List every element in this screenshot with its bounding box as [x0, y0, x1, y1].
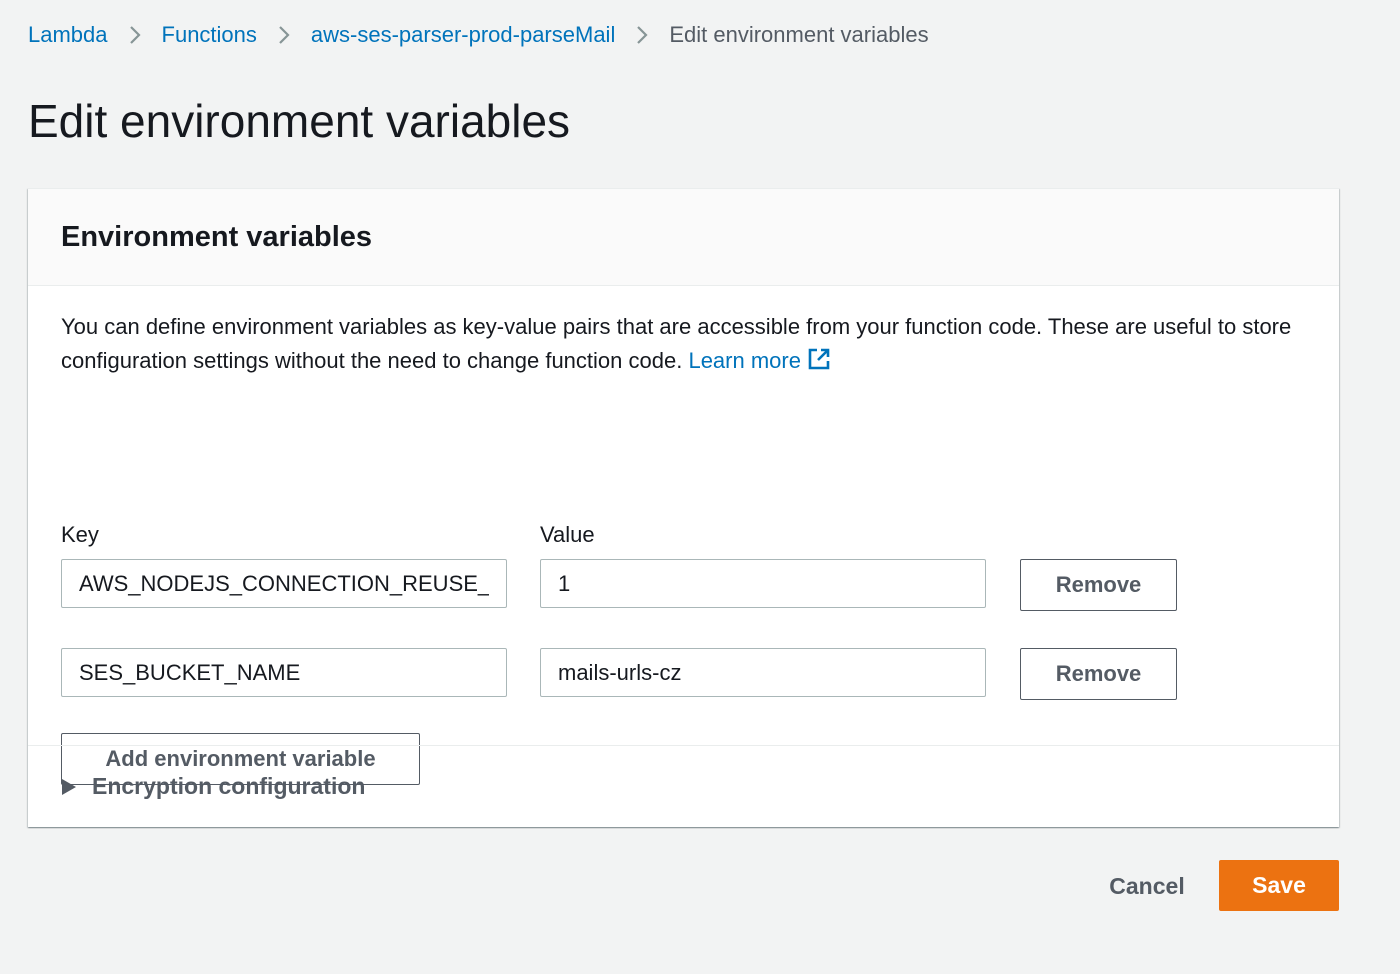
breadcrumb-function-name[interactable]: aws-ses-parser-prod-parseMail: [311, 20, 615, 50]
breadcrumb-current: Edit environment variables: [669, 22, 929, 47]
breadcrumb-functions[interactable]: Functions: [162, 20, 257, 50]
panel-body: You can define environment variables as …: [28, 286, 1339, 785]
external-link-icon: [808, 348, 830, 370]
value-label: Value: [540, 522, 595, 547]
key-label: Key: [61, 522, 99, 547]
encryption-configuration-label: Encryption configuration: [92, 773, 366, 799]
chevron-right-icon: [108, 24, 162, 46]
encryption-configuration-toggle[interactable]: Encryption configuration: [28, 745, 1339, 827]
breadcrumb-lambda[interactable]: Lambda: [28, 20, 108, 50]
value-input[interactable]: [540, 559, 986, 608]
remove-button[interactable]: Remove: [1020, 559, 1177, 611]
description-text: You can define environment variables as …: [61, 314, 1292, 373]
chevron-right-icon: [257, 24, 311, 46]
save-button[interactable]: Save: [1219, 860, 1339, 911]
learn-more-link[interactable]: Learn more: [688, 348, 831, 373]
remove-button[interactable]: Remove: [1020, 648, 1177, 700]
chevron-right-icon: [615, 24, 669, 46]
page-title: Edit environment variables: [28, 95, 571, 147]
key-input[interactable]: [61, 648, 507, 697]
key-input[interactable]: [61, 559, 507, 608]
panel-title: Environment variables: [61, 220, 373, 253]
panel-description: You can define environment variables as …: [61, 310, 1311, 378]
caret-right-icon: [62, 778, 76, 795]
panel-header: Environment variables: [28, 189, 1339, 286]
value-input[interactable]: [540, 648, 986, 697]
breadcrumb: Lambda Functions aws-ses-parser-prod-par…: [28, 20, 929, 50]
cancel-button[interactable]: Cancel: [1095, 860, 1199, 912]
environment-variables-panel: Environment variables You can define env…: [28, 188, 1339, 827]
learn-more-label: Learn more: [688, 348, 801, 373]
